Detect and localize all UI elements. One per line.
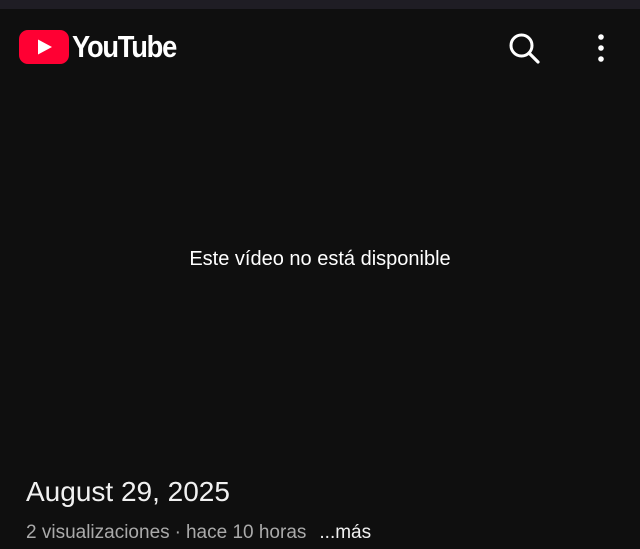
video-metadata[interactable]: 2 visualizaciones · hace 10 horas ...más — [26, 520, 371, 546]
view-count: 2 visualizaciones — [26, 522, 170, 543]
search-button[interactable] — [502, 26, 546, 70]
upload-age: hace 10 horas — [185, 522, 307, 543]
youtube-logo[interactable]: YouTube — [19, 29, 190, 65]
more-vertical-icon — [598, 34, 604, 62]
search-icon — [509, 33, 540, 64]
more-description-link[interactable]: ...más — [319, 522, 371, 543]
youtube-logo-icon — [19, 30, 69, 64]
logo-wordmark: YouTube — [72, 29, 177, 64]
meta-separator: · — [174, 522, 181, 543]
video-title[interactable]: August 29, 2025 — [26, 474, 230, 510]
more-options-button[interactable] — [579, 26, 623, 70]
unavailable-message: Este vídeo no está disponible — [189, 247, 451, 270]
top-app-bar: YouTube — [0, 9, 640, 89]
status-bar — [0, 0, 640, 9]
video-player[interactable]: Este vídeo no está disponible — [0, 89, 640, 429]
